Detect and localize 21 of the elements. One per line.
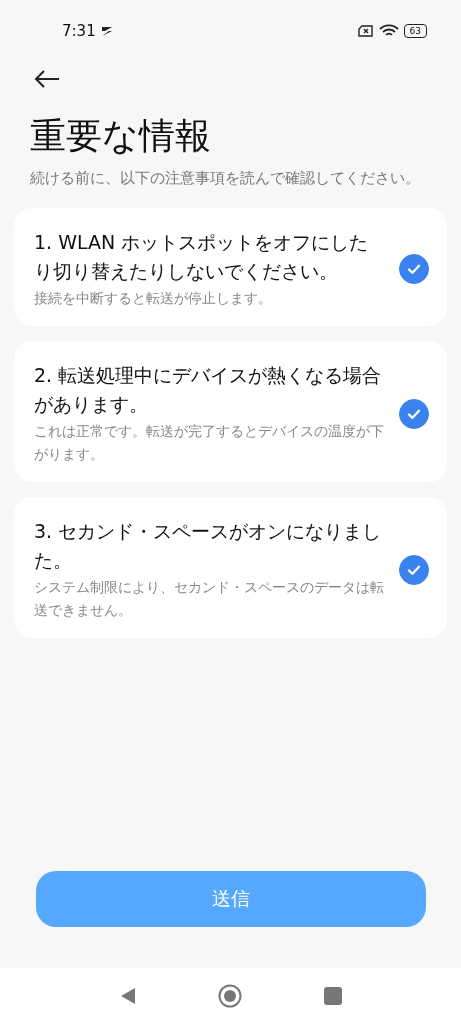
status-time: 7:31 xyxy=(62,22,96,40)
notice-description: 接続を中断すると転送が停止します。 xyxy=(34,289,273,308)
sim-icon xyxy=(357,25,374,37)
battery-icon: 63 xyxy=(403,24,427,38)
notice-title: 1. WLAN ホットスポットをオフにしたり切り替えたりしないでください。 xyxy=(34,230,370,284)
notice-title: 3. セカンド・スペースがオンになりました。 xyxy=(34,519,383,573)
page-subtitle: 続ける前に、以下の注意事項を読んで確認してください。 xyxy=(30,169,421,188)
notice-description: これは正常です。転送が完了するとデバイスの温度が下がります。 xyxy=(34,422,385,464)
notice-description: システム制限により、セカンド・スペースのデータは転送できません。 xyxy=(34,578,385,620)
page-title: 重要な情報 xyxy=(30,114,212,158)
notification-icon xyxy=(100,25,113,37)
wifi-icon xyxy=(378,24,399,38)
send-button[interactable]: 送信 xyxy=(36,871,426,927)
recents-icon[interactable] xyxy=(323,987,342,1005)
checkbox[interactable] xyxy=(399,398,429,429)
back-arrow-icon[interactable] xyxy=(34,70,60,88)
back-icon[interactable] xyxy=(119,987,136,1005)
notice-title: 2. 転送処理中にデバイスが熱くなる場合があります。 xyxy=(34,363,383,417)
checkbox[interactable] xyxy=(399,254,429,284)
home-icon[interactable] xyxy=(217,984,242,1008)
checkbox[interactable] xyxy=(399,554,429,585)
